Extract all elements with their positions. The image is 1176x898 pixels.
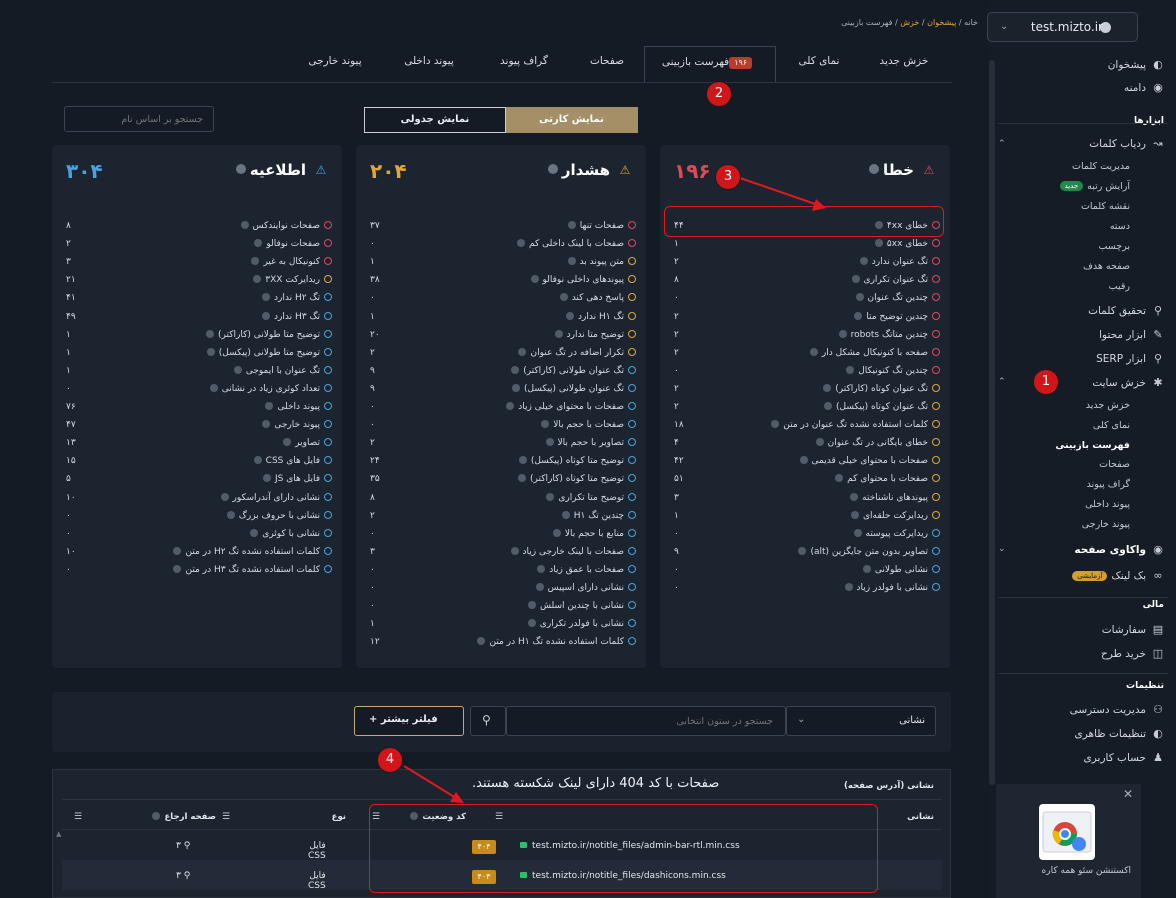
annotation-marker-4: 4	[377, 747, 403, 773]
annotation-marker-1: 1	[1033, 369, 1059, 395]
annotation-marker-2: 2	[706, 81, 732, 107]
annotation-arrows	[403, 177, 826, 803]
annotation-marker-3: 3	[715, 164, 741, 190]
